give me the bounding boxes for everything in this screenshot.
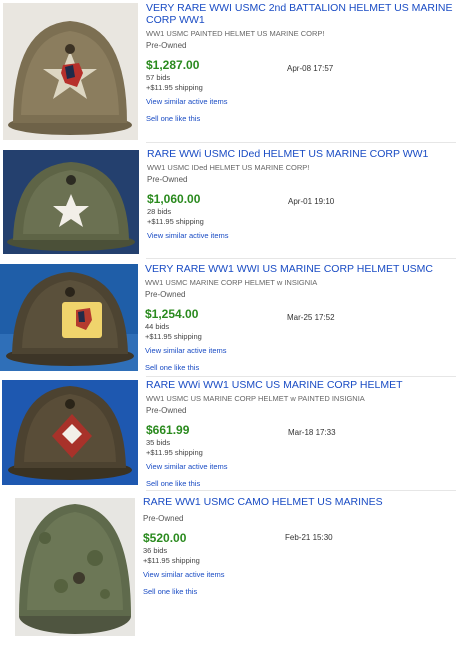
listing-end-time: Apr-08 17:57	[287, 64, 334, 73]
listing-info: RARE WW1 USMC CAMO HELMET US MARINES Pre…	[143, 496, 462, 596]
listing-item: RARE WW1 USMC CAMO HELMET US MARINES Pre…	[0, 496, 464, 636]
divider	[146, 490, 456, 491]
listing-bids: 57 bids	[146, 73, 171, 82]
divider	[146, 258, 456, 259]
listing-thumbnail[interactable]	[3, 150, 139, 254]
listing-shipping: +$11.95 shipping	[147, 217, 204, 226]
listing-end-time: Mar-25 17:52	[287, 313, 335, 322]
sell-one-like-this-link[interactable]: Sell one like this	[143, 587, 462, 596]
listing-shipping: +$11.95 shipping	[143, 556, 200, 565]
listing-subtitle: WW1 USMC IDed HELMET US MARINE CORP!	[147, 163, 310, 172]
listing-info: VERY RARE WWI USMC 2nd BATTALION HELMET …	[146, 2, 462, 123]
listing-thumbnail[interactable]	[15, 498, 135, 636]
view-similar-link[interactable]: View similar active items	[147, 231, 463, 240]
listing-end-time: Apr-01 19:10	[288, 197, 335, 206]
view-similar-link[interactable]: View similar active items	[145, 346, 463, 355]
view-similar-link[interactable]: View similar active items	[143, 570, 462, 579]
listing-item: VERY RARE WWI USMC 2nd BATTALION HELMET …	[0, 0, 464, 140]
listing-title[interactable]: RARE WWi WW1 USMC US MARINE CORP HELMET	[146, 379, 462, 391]
listing-thumbnail[interactable]	[2, 380, 138, 485]
listing-title[interactable]: RARE WWi USMC IDed HELMET US MARINE CORP…	[147, 148, 463, 160]
listing-bids: 28 bids	[147, 207, 172, 216]
listing-condition: Pre-Owned	[143, 514, 184, 523]
listing-bids: 35 bids	[146, 438, 171, 447]
listing-condition: Pre-Owned	[146, 406, 187, 415]
view-similar-link[interactable]: View similar active items	[146, 462, 462, 471]
sell-one-like-this-link[interactable]: Sell one like this	[145, 363, 463, 372]
divider	[146, 142, 456, 143]
listing-bids: 36 bids	[143, 546, 168, 555]
listing-end-time: Feb-21 15:30	[285, 533, 333, 542]
listing-condition: Pre-Owned	[146, 41, 187, 50]
sell-one-like-this-link[interactable]: Sell one like this	[146, 479, 462, 488]
divider	[146, 376, 456, 377]
listing-end-time: Mar-18 17:33	[288, 428, 336, 437]
listing-condition: Pre-Owned	[147, 175, 188, 184]
listing-shipping: +$11.95 shipping	[145, 332, 202, 341]
sell-one-like-this-link[interactable]: Sell one like this	[146, 114, 462, 123]
listing-item: VERY RARE WW1 WWI US MARINE CORP HELMET …	[0, 263, 464, 375]
listing-subtitle: WW1 USMC PAINTED HELMET US MARINE CORP!	[146, 29, 325, 38]
listing-info: RARE WWi USMC IDed HELMET US MARINE CORP…	[147, 148, 463, 240]
listing-thumbnail[interactable]	[3, 3, 138, 140]
listing-title[interactable]: RARE WW1 USMC CAMO HELMET US MARINES	[143, 496, 462, 508]
listing-shipping: +$11.95 shipping	[146, 83, 203, 92]
listing-condition: Pre-Owned	[145, 290, 186, 299]
listing-title[interactable]: VERY RARE WWI USMC 2nd BATTALION HELMET …	[146, 2, 462, 26]
listing-subtitle: WW1 USMC MARINE CORP HELMET w INSIGNIA	[145, 278, 318, 287]
listing-thumbnail[interactable]	[0, 264, 138, 371]
listing-bids: 44 bids	[145, 322, 170, 331]
listing-item: RARE WWi WW1 USMC US MARINE CORP HELMET …	[0, 379, 464, 489]
listing-title[interactable]: VERY RARE WW1 WWI US MARINE CORP HELMET …	[145, 263, 463, 275]
view-similar-link[interactable]: View similar active items	[146, 97, 462, 106]
listing-item: RARE WWi USMC IDed HELMET US MARINE CORP…	[0, 148, 464, 256]
listing-subtitle: WW1 USMC US MARINE CORP HELMET w PAINTED…	[146, 394, 365, 403]
listing-shipping: +$11.95 shipping	[146, 448, 203, 457]
